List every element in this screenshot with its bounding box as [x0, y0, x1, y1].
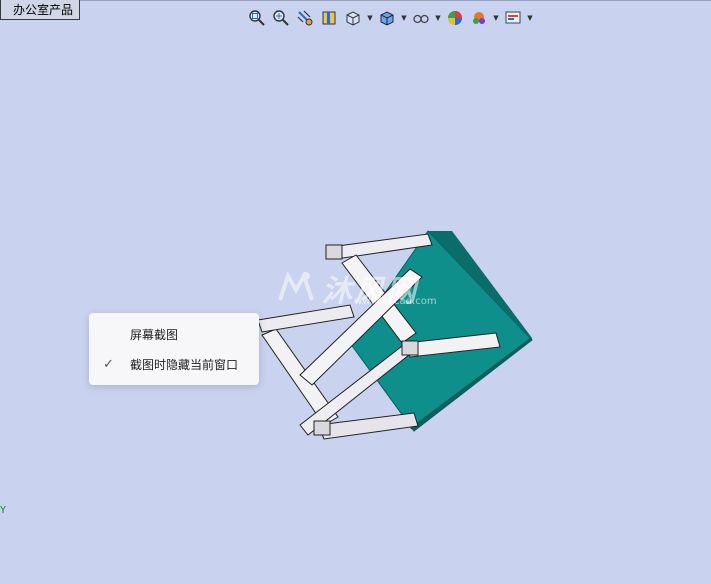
hide-show-items-icon[interactable] — [410, 7, 432, 29]
document-tab-label: 办公室产品 — [13, 3, 74, 17]
previous-view-icon[interactable] — [294, 7, 316, 29]
view-settings-dropdown-icon[interactable]: ▼ — [526, 7, 534, 29]
apply-scene-icon[interactable] — [468, 7, 490, 29]
checkmark-icon: ✓ — [103, 356, 114, 372]
heads-up-view-toolbar: ▼ ▼ ▼ ▼ ▼ — [246, 7, 534, 29]
view-settings-icon[interactable] — [502, 7, 524, 29]
view-orientation-icon[interactable] — [342, 7, 364, 29]
menu-item-hide-window[interactable]: ✓ 截图时隐藏当前窗口 — [89, 351, 259, 377]
section-view-icon[interactable] — [318, 7, 340, 29]
menu-item-screenshot[interactable]: 屏幕截图 — [89, 321, 259, 347]
axis-label-y: Y — [0, 505, 7, 516]
axis-triad: Y — [0, 505, 6, 516]
tube-end-bottom — [313, 420, 331, 436]
hide-show-dropdown-icon[interactable]: ▼ — [434, 7, 442, 29]
menu-item-label: 截图时隐藏当前窗口 — [130, 357, 239, 372]
view-orientation-dropdown-icon[interactable]: ▼ — [366, 7, 374, 29]
tube-end-top — [325, 244, 343, 260]
watermark-url: www.mfcad.com — [354, 296, 437, 307]
tube-end-right — [401, 340, 419, 356]
display-style-dropdown-icon[interactable]: ▼ — [400, 7, 408, 29]
teal-panel-face — [349, 230, 533, 432]
zoom-to-area-icon[interactable] — [270, 7, 292, 29]
apply-scene-dropdown-icon[interactable]: ▼ — [492, 7, 500, 29]
zoom-to-fit-icon[interactable] — [246, 7, 268, 29]
menu-item-label: 屏幕截图 — [130, 327, 179, 342]
document-tab[interactable]: 办公室产品 — [0, 0, 81, 20]
frame-tube-leg — [257, 304, 355, 333]
top-border — [0, 0, 711, 1]
display-style-icon[interactable] — [376, 7, 398, 29]
edit-appearance-icon[interactable] — [444, 7, 466, 29]
context-menu: 屏幕截图 ✓ 截图时隐藏当前窗口 — [89, 313, 259, 385]
